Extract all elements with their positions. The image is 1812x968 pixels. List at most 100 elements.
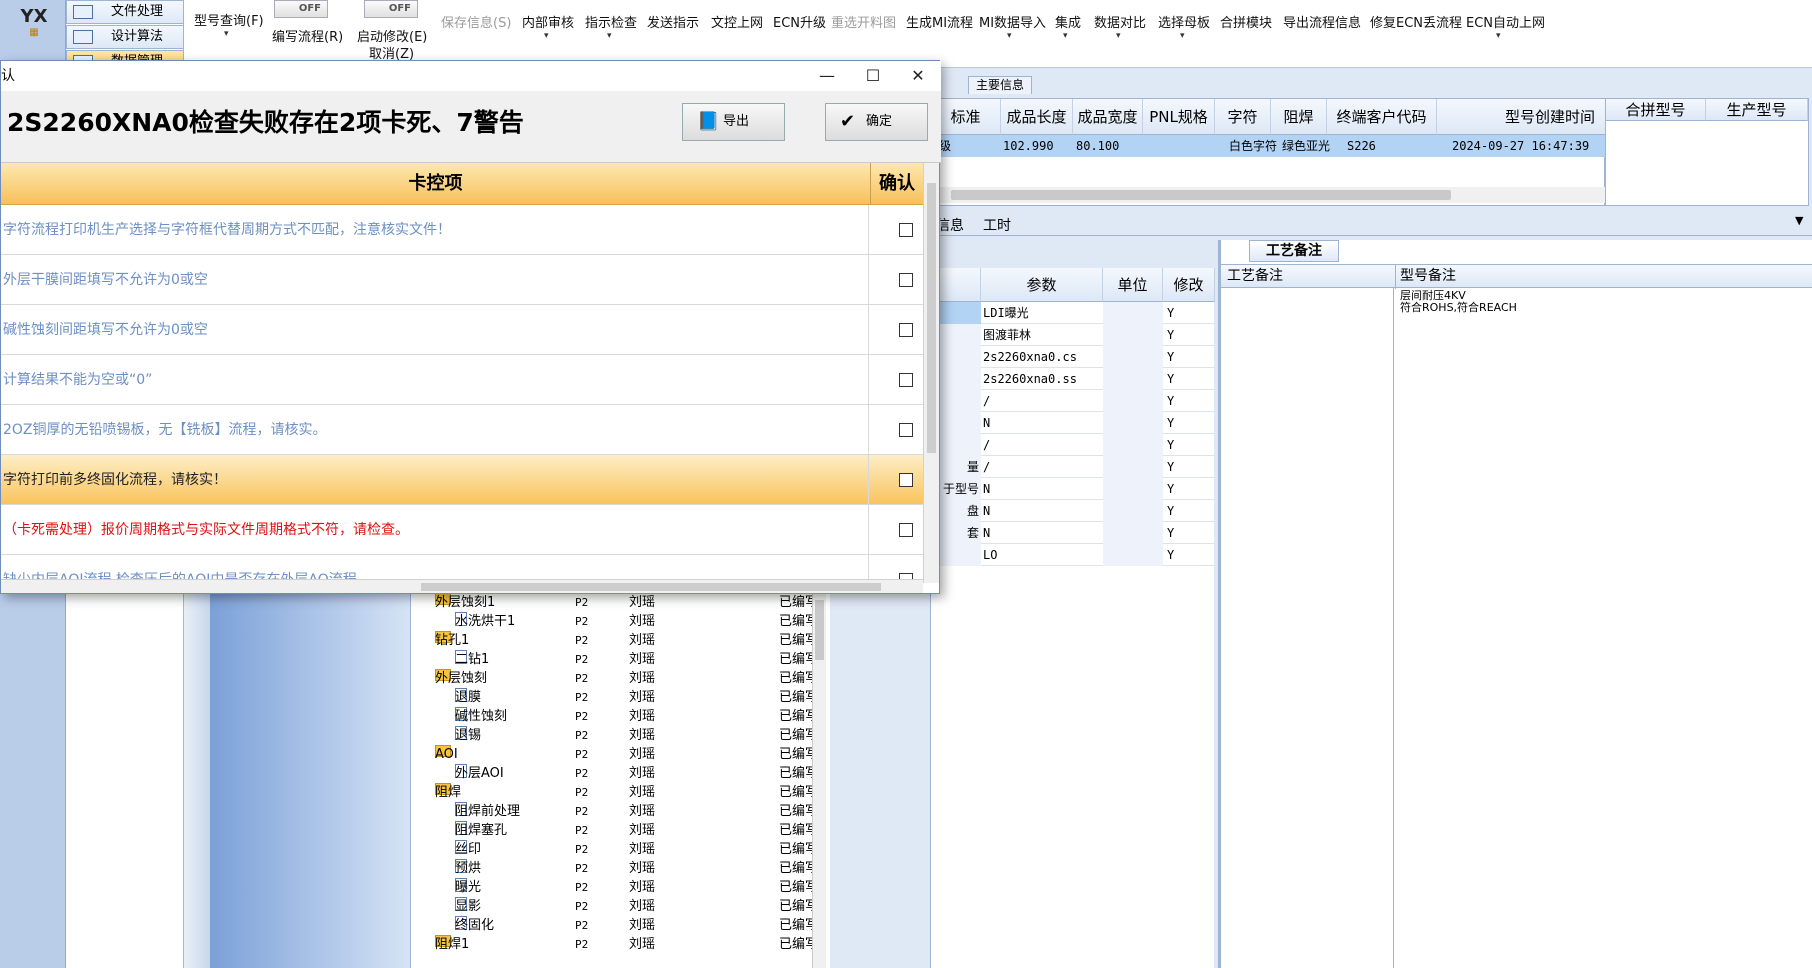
col-header[interactable]: PNL规格 bbox=[1143, 99, 1215, 135]
control-item-row[interactable]: 字符打印前多终固化流程，请核实！ bbox=[1, 455, 923, 505]
model-query-button[interactable]: 型号查询(F) ▾ bbox=[194, 10, 264, 39]
control-item-row[interactable]: 2OZ铜厚的无铅喷锡板，无【铣板】流程，请核实。 bbox=[1, 405, 923, 455]
table-row[interactable]: / Y bbox=[931, 434, 1215, 456]
control-item-row[interactable]: 碱性蚀刻间距填写不允许为0或空 bbox=[1, 305, 923, 355]
confirm-checkbox[interactable] bbox=[899, 223, 913, 237]
tree-node[interactable]: −阻焊1P2刘瑶已编写 bbox=[411, 935, 831, 954]
col-header[interactable]: 标准 bbox=[931, 99, 1001, 135]
nav-item-file[interactable]: 文件处理 bbox=[66, 0, 184, 24]
scroll-thumb[interactable] bbox=[951, 190, 1451, 200]
write-flow-button[interactable]: 编写流程(R) bbox=[272, 26, 343, 45]
write-flow-toggle[interactable]: OFF bbox=[274, 0, 328, 18]
repair-ecn-flow-button[interactable]: 修复ECN丢流程 bbox=[1370, 12, 1462, 31]
save-info-button[interactable]: 保存信息(S) bbox=[441, 12, 511, 31]
select-mother-board-button[interactable]: 选择母板 ▾ bbox=[1158, 12, 1210, 41]
table-row[interactable]: 图渡菲林 Y bbox=[931, 324, 1215, 346]
tree-node[interactable]: 丝印 P2 刘瑶 已编写 bbox=[411, 840, 831, 859]
col-header[interactable]: 参数 bbox=[981, 268, 1103, 302]
tree-node[interactable]: −外层蚀刻P2刘瑶已编写 bbox=[411, 669, 831, 688]
tree-node[interactable]: −阻焊P2刘瑶已编写 bbox=[411, 783, 831, 802]
tree-node[interactable]: 外层AOI P2 刘瑶 已编写 bbox=[411, 764, 831, 783]
col-header[interactable]: 修改 bbox=[1163, 268, 1215, 302]
table-row[interactable]: 盘NY bbox=[931, 500, 1215, 522]
chevron-down-icon[interactable]: ▼ bbox=[1795, 214, 1803, 227]
control-item-row[interactable]: （卡死需处理）报价周期格式与实际文件周期格式不符，请检查。 bbox=[1, 505, 923, 555]
confirm-checkbox[interactable] bbox=[899, 473, 913, 487]
doc-control-upload-button[interactable]: 文控上网 bbox=[711, 12, 763, 31]
tree-node[interactable]: 终固化 P2 刘瑶 已编写 bbox=[411, 916, 831, 935]
col-header[interactable]: 生产型号 bbox=[1706, 99, 1808, 121]
table-row[interactable]: 2s2260xna0.ss Y bbox=[931, 368, 1215, 390]
close-icon[interactable]: ✕ bbox=[903, 65, 933, 87]
col-craft-remarks[interactable]: 工艺备注 bbox=[1227, 265, 1283, 288]
col-header[interactable]: 字符 bbox=[1215, 99, 1271, 135]
reselect-cutting-button[interactable]: 重选开料图 bbox=[831, 12, 896, 31]
integrate-button[interactable]: 集成 ▾ bbox=[1055, 12, 1081, 41]
confirm-checkbox[interactable] bbox=[899, 323, 913, 337]
col-header[interactable]: 单位 bbox=[1103, 268, 1163, 302]
scroll-thumb[interactable] bbox=[421, 583, 881, 591]
internal-review-button[interactable]: 内部审核 ▾ bbox=[522, 12, 574, 41]
col-header[interactable]: 合拼型号 bbox=[1606, 99, 1706, 121]
instruction-check-button[interactable]: 指示检查 ▾ bbox=[585, 12, 637, 41]
table-row[interactable]: 套NY bbox=[931, 522, 1215, 544]
confirm-checkbox[interactable] bbox=[899, 373, 913, 387]
ecn-auto-upload-button[interactable]: ECN自动上网 ▾ bbox=[1466, 12, 1545, 41]
generate-mi-flow-button[interactable]: 生成MI流程 bbox=[906, 12, 973, 31]
tree-node[interactable]: −钻孔1P2刘瑶已编写 bbox=[411, 631, 831, 650]
data-compare-button[interactable]: 数据对比 ▾ bbox=[1094, 12, 1146, 41]
table-row[interactable]: / Y bbox=[931, 390, 1215, 412]
horizontal-scrollbar[interactable] bbox=[931, 187, 1606, 203]
model-remarks-text[interactable]: 层间耐压4KV 符合ROHS,符合REACH bbox=[1400, 290, 1517, 314]
dialog-titlebar[interactable]: 认 — ☐ ✕ bbox=[1, 61, 941, 91]
control-item-row[interactable]: 外层干膜间距填写不允许为0或空 bbox=[1, 255, 923, 305]
col-header[interactable]: 阻焊 bbox=[1271, 99, 1327, 135]
scroll-thumb[interactable] bbox=[927, 183, 936, 453]
table-row[interactable]: 2s2260xna0.cs Y bbox=[931, 346, 1215, 368]
start-modify-toggle[interactable]: OFF bbox=[364, 0, 418, 18]
confirm-button[interactable]: ✔ 确定 bbox=[825, 103, 928, 141]
tab-craft-remarks[interactable]: 工艺备注 bbox=[1249, 240, 1339, 262]
main-info-tab[interactable]: 主要信息 bbox=[968, 76, 1032, 94]
tab-hours[interactable]: 工时 bbox=[983, 215, 1011, 235]
tree-node[interactable]: 显影 P2 刘瑶 已编写 bbox=[411, 897, 831, 916]
table-row[interactable]: 于型号 N Y bbox=[931, 478, 1215, 500]
export-button[interactable]: 📘 导出 bbox=[682, 103, 785, 141]
tree-node[interactable]: 曝光 P2 刘瑶 已编写 bbox=[411, 878, 831, 897]
confirm-checkbox[interactable] bbox=[899, 273, 913, 287]
export-flow-info-button[interactable]: 导出流程信息 bbox=[1283, 12, 1361, 31]
col-header[interactable]: 成品宽度 bbox=[1073, 99, 1143, 135]
col-header[interactable]: 型号创建时间 bbox=[1437, 99, 1606, 135]
send-instruction-button[interactable]: 发送指示 bbox=[647, 12, 699, 31]
col-model-remarks[interactable]: 型号备注 bbox=[1395, 265, 1456, 289]
table-row[interactable]: LDI曝光 Y bbox=[931, 302, 1215, 324]
tree-node[interactable]: 退锡 P2 刘瑶 已编写 bbox=[411, 726, 831, 745]
tree-node[interactable]: 阻焊塞孔 P2 刘瑶 已编写 bbox=[411, 821, 831, 840]
control-item-row[interactable]: 计算结果不能为空或“0” bbox=[1, 355, 923, 405]
minimize-icon[interactable]: — bbox=[812, 65, 842, 87]
col-header[interactable]: 成品长度 bbox=[1001, 99, 1073, 135]
table-row[interactable]: NY bbox=[931, 412, 1215, 434]
table-row[interactable]: 级 102.990 80.100 白色字符 绿色亚光 S226 2024-09-… bbox=[931, 135, 1606, 157]
nav-item-algorithm[interactable]: 设计算法 bbox=[66, 25, 184, 49]
tree-node[interactable]: 二钻1 P2 刘瑶 已编写 bbox=[411, 650, 831, 669]
col-control-item[interactable]: 卡控项 bbox=[1, 163, 871, 205]
col-header[interactable]: 终端客户代码 bbox=[1327, 99, 1437, 135]
col-confirm[interactable]: 确认 bbox=[871, 163, 923, 205]
tree-node[interactable]: −外层蚀刻1P2刘瑶已编写 bbox=[411, 593, 831, 612]
control-item-row[interactable]: 字符流程打印机生产选择与字符框代替周期方式不匹配，注意核实文件！ bbox=[1, 205, 923, 255]
tree-node[interactable]: 预烘 P2 刘瑶 已编写 bbox=[411, 859, 831, 878]
tree-node[interactable]: 碱性蚀刻 P2 刘瑶 已编写 bbox=[411, 707, 831, 726]
maximize-icon[interactable]: ☐ bbox=[858, 65, 888, 87]
confirm-checkbox[interactable] bbox=[899, 423, 913, 437]
merge-module-button[interactable]: 合拼模块 bbox=[1220, 12, 1272, 31]
vertical-scrollbar[interactable] bbox=[923, 163, 939, 583]
table-row[interactable]: LO Y bbox=[931, 544, 1215, 566]
mi-data-import-button[interactable]: MI数据导入 ▾ bbox=[979, 12, 1046, 41]
confirm-checkbox[interactable] bbox=[899, 523, 913, 537]
vertical-scrollbar[interactable] bbox=[812, 580, 826, 968]
tree-node[interactable]: 阻焊前处理 P2 刘瑶 已编写 bbox=[411, 802, 831, 821]
tree-node[interactable]: 退膜 P2 刘瑶 已编写 bbox=[411, 688, 831, 707]
table-row[interactable]: 量 / Y bbox=[931, 456, 1215, 478]
scroll-thumb[interactable] bbox=[815, 600, 824, 660]
